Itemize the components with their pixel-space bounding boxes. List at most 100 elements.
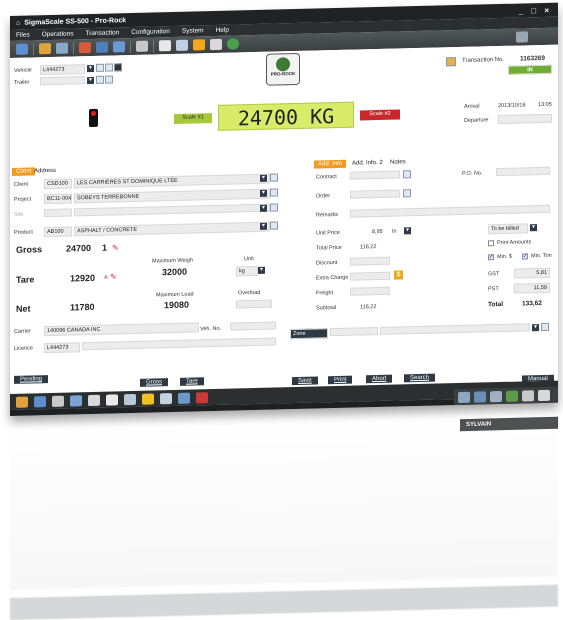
folder-icon[interactable] — [446, 57, 456, 67]
veh-no-field[interactable] — [230, 321, 276, 331]
folder-icon[interactable] — [113, 41, 125, 53]
tare-button[interactable]: Tare — [180, 377, 204, 386]
scale-icon[interactable] — [56, 42, 68, 54]
camera-icon[interactable] — [114, 63, 122, 72]
print-button[interactable]: Print — [328, 375, 353, 385]
tab-add-info[interactable]: Add. Info — [314, 159, 347, 169]
car-icon[interactable] — [34, 395, 46, 407]
tools-icon[interactable] — [52, 395, 64, 407]
grid-icon[interactable] — [160, 392, 172, 404]
product-name-field[interactable]: ASPHALT / CONCRETE — [74, 221, 270, 237]
project-name-field[interactable]: SOBEYS TERREBONNE — [74, 188, 270, 204]
trailer-field[interactable] — [40, 76, 85, 86]
dollar-icon[interactable] — [193, 39, 205, 51]
tab-notes[interactable]: Notes — [386, 158, 410, 167]
car-icon[interactable] — [522, 389, 534, 401]
gross-button[interactable]: Gross — [140, 378, 169, 387]
tab-address[interactable]: Address — [30, 167, 60, 176]
lightbulb-icon[interactable] — [142, 392, 154, 405]
edit-icon[interactable] — [105, 75, 113, 84]
chevron-down-icon[interactable]: ▼ — [258, 266, 265, 274]
overload-field[interactable] — [236, 299, 272, 309]
settings-icon[interactable] — [106, 393, 118, 406]
calendar-icon[interactable] — [210, 38, 222, 51]
scale-2-button[interactable]: Scale #2 — [360, 109, 400, 121]
server-icon[interactable] — [490, 390, 502, 402]
window-icon[interactable] — [124, 393, 136, 405]
chevron-down-icon[interactable]: ▼ — [530, 224, 537, 232]
display-icon[interactable] — [516, 31, 528, 43]
zone-code-field[interactable] — [330, 327, 378, 337]
alert-icon[interactable] — [196, 391, 208, 403]
menu-help[interactable]: Help — [216, 27, 229, 34]
abort-button[interactable]: Abort — [366, 374, 393, 384]
contract-field[interactable] — [350, 170, 400, 180]
edit-icon[interactable] — [270, 188, 278, 197]
car-icon[interactable] — [96, 41, 108, 53]
tab-add-info-2[interactable]: Add. Info. 2 — [348, 159, 387, 168]
licence-field[interactable]: L444273 — [44, 342, 80, 354]
invoice-icon[interactable] — [176, 39, 188, 51]
licence-detail-field[interactable] — [82, 337, 276, 351]
unit-select[interactable]: kg — [236, 265, 258, 277]
menu-configuration[interactable]: Configuration — [131, 28, 170, 36]
carrier-field[interactable]: 140096 CANADA INC — [44, 322, 199, 337]
dollar-icon[interactable]: $ — [394, 270, 403, 280]
search-button[interactable]: Search — [404, 373, 436, 383]
document-icon[interactable] — [96, 63, 104, 72]
site-code-field[interactable] — [44, 208, 72, 218]
chevron-down-icon[interactable]: ▼ — [532, 324, 539, 332]
trash-icon[interactable] — [538, 389, 550, 401]
vehicle-icon[interactable] — [79, 42, 91, 54]
document-icon[interactable] — [159, 40, 171, 52]
edit-icon[interactable] — [105, 63, 113, 72]
network-icon[interactable] — [458, 391, 470, 403]
chevron-down-icon[interactable]: ▼ — [404, 227, 411, 235]
edit-icon[interactable] — [270, 203, 278, 212]
discount-field[interactable] — [350, 256, 390, 266]
chevron-down-icon[interactable]: ▼ — [260, 222, 267, 230]
client-name-field[interactable]: LES CARRIÈRES ST DOMINIQUE LTÉE — [74, 173, 270, 189]
report-icon[interactable] — [136, 40, 148, 52]
truck-icon[interactable] — [16, 396, 28, 408]
departure-field[interactable] — [498, 113, 552, 125]
window-controls[interactable]: _ □ × — [519, 5, 558, 15]
order-field[interactable] — [350, 189, 400, 199]
document-icon[interactable] — [403, 170, 411, 179]
edit-icon[interactable] — [270, 173, 278, 182]
scale-1-button[interactable]: Scale #1 — [174, 113, 212, 124]
remarks-field[interactable] — [350, 204, 550, 218]
plant-icon[interactable] — [506, 390, 518, 402]
chevron-down-icon[interactable]: ▼ — [260, 189, 267, 197]
document-icon[interactable] — [88, 394, 100, 406]
product-code-field[interactable]: AB100 — [44, 226, 72, 238]
client-code-field[interactable]: CSD100 — [44, 178, 72, 190]
save-button[interactable]: Save — [292, 376, 318, 386]
chart-icon[interactable] — [178, 392, 190, 404]
freight-field[interactable] — [350, 286, 390, 296]
project-code-field[interactable]: BC11-004 — [44, 193, 72, 205]
print-amounts-checkbox[interactable] — [488, 240, 494, 247]
min-dollar-checkbox[interactable]: ✓ — [488, 254, 494, 261]
folder-icon[interactable] — [16, 43, 28, 55]
zone-name-field[interactable] — [380, 323, 530, 335]
site-name-field[interactable] — [74, 203, 270, 217]
chevron-down-icon[interactable]: ▼ — [87, 76, 94, 85]
vehicle-field[interactable]: L444273 — [40, 64, 85, 76]
min-ton-checkbox[interactable]: ✓ — [522, 253, 528, 260]
truck-icon[interactable] — [39, 42, 51, 55]
menu-operations[interactable]: Operations — [42, 30, 74, 38]
billing-select[interactable]: To be billed — [488, 223, 528, 235]
po-field[interactable] — [496, 166, 550, 177]
folder-icon[interactable] — [70, 394, 82, 407]
extra-charge-field[interactable] — [350, 271, 390, 281]
chevron-down-icon[interactable]: ▼ — [87, 64, 94, 73]
edit-icon[interactable] — [270, 221, 278, 230]
pencil-icon[interactable]: ✎ — [112, 243, 119, 252]
menu-transaction[interactable]: Transaction — [86, 29, 120, 37]
globe-icon[interactable] — [227, 38, 239, 50]
calculator-icon[interactable] — [403, 189, 411, 198]
edit-icon[interactable] — [541, 322, 549, 332]
chevron-down-icon[interactable]: ▼ — [260, 174, 267, 182]
document-icon[interactable] — [96, 75, 104, 84]
